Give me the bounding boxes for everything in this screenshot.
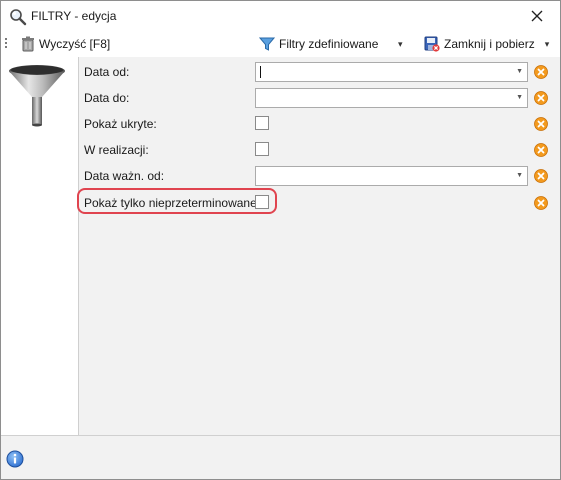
date-to-label: Data do: — [84, 91, 130, 105]
filter-row-show-hidden: Pokaż ukryte: — [79, 113, 560, 135]
left-panel — [1, 57, 79, 435]
date-from-combo[interactable]: ▼ — [255, 62, 528, 82]
in-progress-checkbox[interactable] — [255, 142, 269, 156]
clear-x-icon[interactable] — [534, 91, 548, 105]
predefined-filters-dropdown[interactable]: ▾ — [398, 34, 403, 54]
large-funnel-icon — [9, 65, 65, 127]
status-bar — [1, 435, 560, 479]
predefined-filters-button[interactable]: Filtry zdefiniowane — [259, 34, 378, 54]
filter-row-date-from: Data od: ▼ — [79, 61, 560, 83]
predefined-filters-label: Filtry zdefiniowane — [279, 37, 379, 51]
clear-x-icon[interactable] — [534, 196, 548, 210]
in-progress-label: W realizacji: — [84, 143, 149, 157]
trash-can-icon — [22, 36, 34, 52]
chevron-down-icon[interactable]: ▼ — [516, 94, 523, 101]
chevron-down-icon[interactable]: ▼ — [516, 68, 523, 75]
valid-from-combo[interactable]: ▼ — [255, 166, 528, 186]
clear-x-icon[interactable] — [534, 65, 548, 79]
toolbar: Wyczyść [F8] Filtry zdefiniowane ▾ Zamkn… — [1, 32, 560, 56]
filter-row-in-progress: W realizacji: — [79, 139, 560, 161]
only-unexpired-label: Pokaż tylko nieprzeterminowane: — [84, 196, 261, 210]
toolbar-grip[interactable] — [5, 38, 8, 50]
title-bar: FILTRY - edycja — [1, 1, 560, 31]
only-unexpired-checkbox[interactable] — [255, 195, 269, 209]
window-title: FILTRY - edycja — [31, 9, 117, 23]
valid-from-label: Data ważn. od: — [84, 169, 165, 183]
info-icon[interactable] — [6, 450, 24, 468]
filter-row-only-unexpired: Pokaż tylko nieprzeterminowane: — [77, 188, 560, 214]
funnel-icon — [259, 37, 275, 51]
chevron-down-icon[interactable]: ▼ — [516, 172, 523, 179]
filter-row-date-to: Data do: ▼ — [79, 87, 560, 109]
date-to-combo[interactable]: ▼ — [255, 88, 528, 108]
show-hidden-checkbox[interactable] — [255, 116, 269, 130]
clear-button-label: Wyczyść [F8] — [39, 37, 111, 51]
clear-x-icon[interactable] — [534, 169, 548, 183]
close-icon — [531, 10, 543, 22]
clear-x-icon[interactable] — [534, 117, 548, 131]
search-filter-icon — [9, 8, 27, 26]
date-from-label: Data od: — [84, 65, 130, 79]
filter-row-valid-from: Data ważn. od: ▼ — [79, 165, 560, 187]
close-and-fetch-dropdown[interactable]: ▾ — [545, 39, 550, 50]
text-cursor — [260, 66, 261, 78]
show-hidden-label: Pokaż ukryte: — [84, 117, 157, 131]
clear-button[interactable]: Wyczyść [F8] — [21, 34, 110, 54]
window-close-button[interactable] — [514, 1, 560, 31]
filter-form: Data od: ▼ Data do: ▼ Pokaż ukryte: W re… — [77, 57, 560, 435]
close-and-fetch-button[interactable]: Zamknij i pobierz ▾ — [424, 34, 549, 54]
save-close-icon — [424, 36, 440, 52]
clear-x-icon[interactable] — [534, 143, 548, 157]
filter-edit-window: FILTRY - edycja Wyczyść [F8] Filtry zdef… — [0, 0, 561, 480]
close-and-fetch-label: Zamknij i pobierz — [444, 37, 535, 51]
